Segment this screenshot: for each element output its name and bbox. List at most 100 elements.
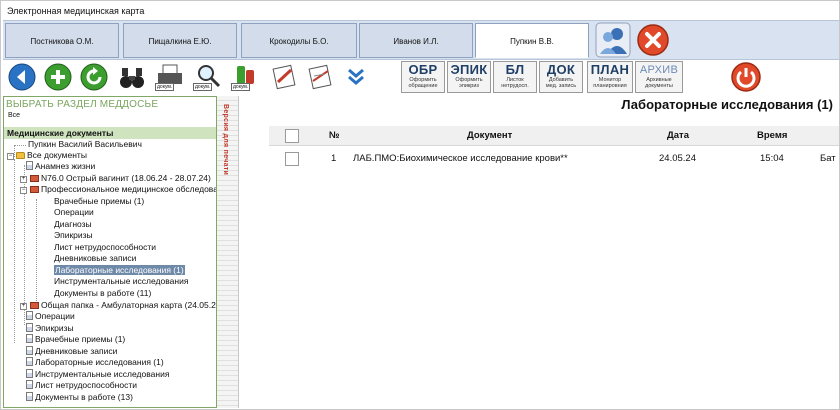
col-document[interactable]: Документ (467, 126, 512, 146)
document-icon (26, 311, 33, 320)
tree-lab[interactable]: Лабораторные исследования (1) (26, 357, 164, 369)
tree-pmo-operations[interactable]: Операции (54, 207, 94, 219)
exit-icon[interactable] (729, 61, 763, 93)
patients-icon[interactable] (595, 22, 631, 58)
tree-visits[interactable]: Врачебные приемы (1) (26, 334, 125, 346)
select-all-checkbox[interactable] (285, 129, 299, 143)
app-window: Электронная медицинская карта Постникова… (0, 0, 840, 410)
action-plan-abbr: ПЛАН (590, 62, 630, 77)
document-icon (26, 346, 33, 355)
case-folder-icon (30, 186, 39, 193)
tree-instrumental[interactable]: Инструментальные исследования (26, 369, 169, 381)
patient-tab-strip: Постникова О.М. Пищалкина Е.Ю. Крокодилы… (3, 20, 839, 60)
document-icon (26, 161, 33, 170)
action-obr-line2: обращение (408, 83, 438, 89)
col-date[interactable]: Дата (667, 126, 689, 146)
tree-pmo-sick-leave[interactable]: Лист нетрудоспособности (54, 242, 156, 254)
tree-general-folder[interactable]: Общая папка - Амбулаторная карта (24.05.… (30, 300, 216, 312)
action-dok-line2: мед. запись (545, 83, 577, 89)
medications-badge: докум. (231, 83, 251, 91)
document-icon (26, 334, 33, 343)
case-folder-icon (30, 175, 39, 182)
edit-icon[interactable] (267, 61, 301, 93)
tree-toggle-pmo[interactable]: − (20, 187, 27, 194)
case-folder-icon (30, 302, 39, 309)
patient-tab-krokodily[interactable]: Крокодилы Б.О. (241, 23, 357, 58)
tree-toggle-n76[interactable]: + (20, 176, 27, 183)
table-row[interactable]: 1 ЛАБ.ПМО:Биохимическое исследование кро… (269, 148, 839, 170)
tree-toggle-all[interactable]: − (7, 153, 14, 160)
print-icon[interactable]: докум. (153, 61, 187, 93)
action-dok-button[interactable]: ДОК Добавить мед. запись (539, 61, 583, 93)
section-selector-title[interactable]: ВЫБРАТЬ РАЗДЕЛ МЕДДОСЬЕ (6, 99, 158, 110)
search-icon[interactable]: докум. (191, 61, 225, 93)
patient-tab-pupkin[interactable]: Пупкин В.В. (475, 23, 589, 58)
left-panel: ВЫБРАТЬ РАЗДЕЛ МЕДДОСЬЕ Все Медицинские … (3, 96, 217, 408)
tree-anamnesis[interactable]: Анамнез жизни (26, 161, 95, 173)
document-tree: Пупкин Василий Васильевич − Все документ… (4, 139, 216, 407)
tree-epicrises[interactable]: Эпикризы (26, 323, 74, 335)
print-version-stripe[interactable]: Версия для печати (217, 96, 239, 408)
refresh-icon[interactable] (77, 61, 111, 93)
action-epik-button[interactable]: ЭПИК Оформить эпикриз (447, 61, 491, 93)
document-icon (26, 369, 33, 378)
close-icon[interactable] (635, 22, 671, 58)
action-epik-line2: эпикриз (459, 83, 479, 89)
tree-pmo-diagnoses[interactable]: Диагнозы (54, 219, 92, 231)
toolbar: докум. докум. докум. ОБР Оформить обраще… (3, 61, 839, 94)
binoculars-icon[interactable] (115, 61, 149, 93)
action-archive-abbr: АРХИВ (639, 64, 679, 76)
section-selector-value[interactable]: Все (8, 112, 20, 119)
row-document[interactable]: ЛАБ.ПМО:Биохимическое исследование крови… (353, 148, 568, 170)
action-bl-abbr: БЛ (505, 62, 525, 77)
document-icon (26, 357, 33, 366)
row-extra: Бат (820, 153, 836, 164)
col-num[interactable]: № (329, 126, 340, 146)
patient-tab-postnikova[interactable]: Постникова О.М. (5, 23, 119, 58)
patient-tab-pishchalkina[interactable]: Пищалкина Е.Ю. (123, 23, 237, 58)
sign-icon[interactable] (303, 61, 337, 93)
tree-diary[interactable]: Дневниковые записи (26, 346, 117, 358)
tree-sick-leave[interactable]: Лист нетрудоспособности (26, 380, 137, 392)
tree-pmo-instrumental[interactable]: Инструментальные исследования (54, 276, 188, 288)
tree-pmo-diary[interactable]: Дневниковые записи (54, 253, 136, 265)
action-bl-button[interactable]: БЛ Листок нетрудосп. (493, 61, 537, 93)
tree-pmo-visits[interactable]: Врачебные приемы (1) (54, 196, 144, 208)
row-time: 15:04 (760, 153, 784, 164)
expand-icon[interactable] (339, 61, 373, 93)
row-date: 24.05.24 (659, 153, 696, 164)
row-checkbox[interactable] (285, 152, 299, 166)
tree-pmo[interactable]: Профессиональное медицинское обследова..… (30, 184, 216, 196)
tree-toggle-general[interactable]: + (20, 303, 27, 310)
main-content: Лабораторные исследования (1) № Документ… (241, 96, 839, 408)
tree-pmo-lab[interactable]: Лабораторные исследования (1) (54, 265, 185, 277)
back-icon[interactable] (5, 61, 39, 93)
medications-icon[interactable]: докум. (229, 61, 263, 93)
tree-pmo-in-work[interactable]: Документы в работе (11) (54, 288, 151, 300)
window-title: Электронная медицинская карта (7, 6, 145, 16)
docs-header: Медицинские документы (4, 127, 216, 139)
action-plan-button[interactable]: ПЛАН Монитор планировния (587, 61, 633, 93)
col-time[interactable]: Время (757, 126, 787, 146)
tree-operations[interactable]: Операции (26, 311, 75, 323)
patient-tab-ivanov[interactable]: Иванов И.Л. (359, 23, 473, 58)
tree-n76[interactable]: N76.0 Острый вагинит (18.06.24 - 28.07.2… (30, 173, 211, 185)
tree-in-work[interactable]: Документы в работе (13) (26, 392, 133, 404)
add-icon[interactable] (41, 61, 75, 93)
row-num: 1 (331, 153, 337, 164)
tree-all-docs[interactable]: Все документы (16, 150, 87, 162)
action-dok-abbr: ДОК (546, 62, 576, 77)
action-epik-abbr: ЭПИК (450, 62, 488, 77)
tree-pmo-epicrises[interactable]: Эпикризы (54, 230, 93, 242)
tree-patient-name[interactable]: Пупкин Василий Васильевич (28, 139, 142, 151)
action-archive-button[interactable]: АРХИВ Архивные документы (635, 61, 683, 93)
action-archive-line2: документы (645, 83, 673, 89)
action-obr-abbr: ОБР (408, 62, 438, 77)
folder-icon (16, 152, 25, 159)
print-version-label: Версия для печати (222, 104, 229, 176)
print-badge: докум. (155, 83, 175, 91)
search-badge: докум. (193, 83, 213, 91)
document-icon (26, 380, 33, 389)
action-plan-line2: планировния (593, 83, 627, 89)
action-obr-button[interactable]: ОБР Оформить обращение (401, 61, 445, 93)
